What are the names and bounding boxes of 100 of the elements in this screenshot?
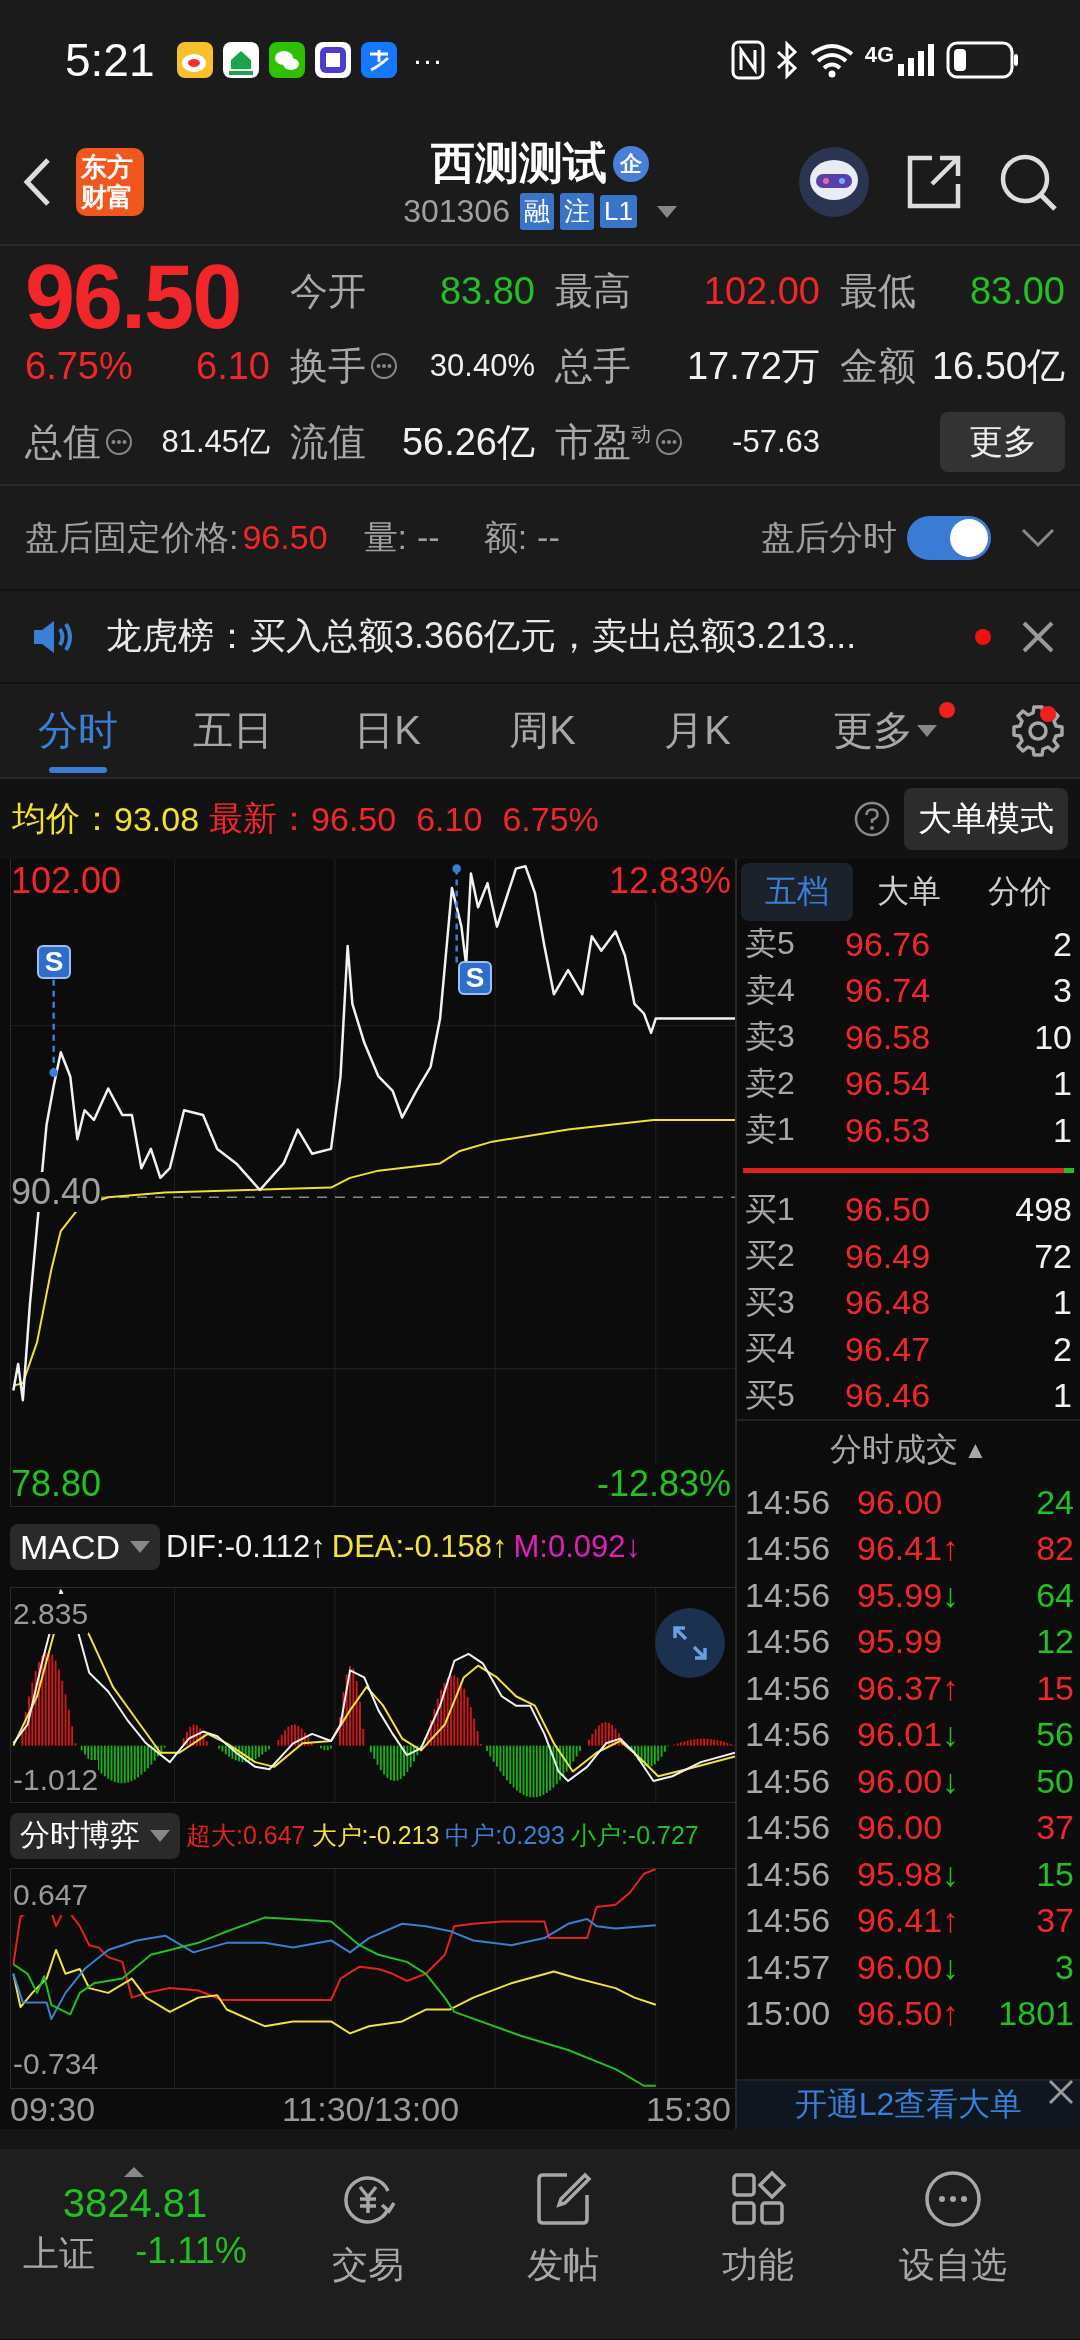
after-hours-toggle[interactable]: [907, 515, 991, 560]
trend-arrow: ↑: [942, 1901, 960, 1941]
trend-arrow: ↓: [942, 1947, 960, 1987]
signal-marker[interactable]: S: [458, 961, 492, 995]
caret-up-icon[interactable]: [124, 2167, 144, 2177]
robot-avatar-icon[interactable]: [798, 146, 870, 218]
trade-time: 14:56: [745, 1854, 832, 1894]
period-tab[interactable]: 月K: [620, 684, 775, 777]
time-axis-label: 09:30: [10, 2089, 96, 2129]
order-price: 96.47: [845, 1329, 932, 1369]
order-volume: 2: [1053, 924, 1072, 964]
trend-arrow: ↓: [942, 1715, 960, 1755]
order-price: 96.58: [845, 1017, 932, 1057]
period-tab[interactable]: 周K: [465, 684, 620, 777]
info-icon[interactable]: [655, 428, 683, 456]
trade-volume: 1801: [998, 1994, 1074, 2034]
order-level-label: 卖5: [745, 924, 796, 964]
trade-volume: 37: [1036, 1808, 1074, 1848]
latest-price: 96.50: [311, 799, 397, 839]
stat-label: 今开: [290, 268, 366, 314]
order-volume: 1: [1053, 1110, 1072, 1150]
indicator-value: DEA:-0.158↑: [331, 1529, 508, 1566]
index-value[interactable]: 3824.81: [62, 2181, 208, 2226]
trade-price: 95.98: [857, 1854, 943, 1894]
trend-arrow: ↑: [942, 1529, 960, 1569]
nav-item[interactable]: 发帖: [465, 2169, 660, 2339]
order-level-label: 卖2: [745, 1063, 796, 1103]
period-tab[interactable]: 五日: [155, 684, 310, 777]
after-hours-price: 96.50: [242, 518, 328, 557]
nav-item[interactable]: 交易: [270, 2169, 465, 2339]
stat-label: 金额: [840, 343, 916, 389]
indicator-value: DIF:-0.112↑: [166, 1529, 326, 1566]
order-price: 96.48: [845, 1283, 932, 1323]
app-icon: [268, 42, 305, 78]
order-volume: 3: [1053, 971, 1072, 1011]
info-icon[interactable]: [105, 428, 133, 456]
expand-icon: [672, 1625, 708, 1662]
trade-time: 14:56: [745, 1668, 832, 1708]
trade-time: 14:56: [745, 1761, 832, 1801]
indicator-selector[interactable]: 分时博弈: [10, 1812, 180, 1859]
stat-value: 17.72万: [686, 343, 820, 389]
volume-value: --: [417, 518, 440, 557]
trade-price: 96.41: [857, 1901, 943, 1941]
order-level-label: 卖4: [745, 970, 796, 1010]
l2-upgrade-link[interactable]: 开通L2查看大单: [794, 2083, 1023, 2127]
stat-value: 16.50亿: [931, 343, 1065, 389]
more-button[interactable]: 更多: [940, 412, 1065, 472]
trend-arrow: ↓: [942, 1761, 960, 1801]
toggle-label: 盘后分时: [761, 516, 897, 558]
l2-upgrade-banner[interactable]: 开通L2查看大单: [737, 2079, 1080, 2129]
close-icon[interactable]: [1046, 2077, 1076, 2107]
collapse-toggle[interactable]: ▲: [963, 1436, 988, 1464]
close-icon[interactable]: [1021, 619, 1055, 654]
trade-time: 14:56: [745, 1901, 832, 1941]
settings-icon[interactable]: [1010, 703, 1065, 758]
app-icon: [222, 42, 259, 78]
amount-value: --: [537, 518, 560, 557]
index-name: 上证: [23, 2232, 96, 2276]
nav-item[interactable]: 功能: [660, 2169, 855, 2339]
trend-arrow: ↓: [942, 1575, 960, 1615]
order-book-tab[interactable]: 分价: [964, 863, 1076, 921]
order-volume: 1: [1053, 1376, 1072, 1416]
chevron-down-icon[interactable]: [1021, 527, 1055, 548]
current-price: 96.50: [25, 252, 242, 330]
info-icon[interactable]: [370, 352, 398, 380]
trade-price: 96.50: [857, 1994, 943, 2034]
enterprise-badge: 企: [613, 145, 649, 182]
search-icon[interactable]: [998, 152, 1058, 212]
help-icon[interactable]: [854, 801, 890, 837]
change-percent: 6.75%: [25, 344, 133, 388]
order-price: 96.46: [845, 1376, 932, 1416]
large-order-mode-button[interactable]: 大单模式: [904, 788, 1068, 850]
indicator-value: 中户:0.293: [445, 1820, 565, 1852]
app-icon: [360, 42, 397, 78]
trade-time: 14:56: [745, 1715, 832, 1755]
time-axis-label: 15:30: [645, 2089, 731, 2129]
trend-arrow: ↑: [942, 1668, 960, 1708]
stat-label: 总手: [555, 343, 631, 389]
indicator-value: 超大:0.647: [186, 1820, 306, 1852]
order-level-label: 买1: [745, 1189, 796, 1229]
dropdown-caret-icon: [130, 1541, 151, 1554]
stat-label: 市盈$^{动}$: [555, 419, 651, 465]
order-volume: 72: [1034, 1236, 1072, 1276]
signal-marker[interactable]: S: [37, 945, 71, 979]
nav-item[interactable]: 设自选: [855, 2169, 1050, 2339]
trade-price: 96.41: [857, 1529, 943, 1569]
order-volume: 2: [1053, 1329, 1072, 1369]
period-tab[interactable]: 日K: [310, 684, 465, 777]
indicator-selector[interactable]: MACD: [10, 1524, 161, 1571]
period-tab[interactable]: 更多: [775, 684, 995, 777]
order-book-tab[interactable]: 五档: [741, 863, 853, 921]
order-volume: 1: [1053, 1283, 1072, 1323]
stat-value: -57.63: [732, 424, 820, 460]
order-book-tab[interactable]: 大单: [852, 863, 965, 921]
back-icon[interactable]: [22, 157, 52, 207]
order-price: 96.50: [845, 1190, 932, 1230]
indicator-value: 小户:-0.727: [570, 1820, 699, 1852]
trade-volume: 82: [1036, 1529, 1074, 1569]
period-tab[interactable]: 分时: [0, 684, 155, 777]
stat-label: 最低: [840, 268, 916, 314]
